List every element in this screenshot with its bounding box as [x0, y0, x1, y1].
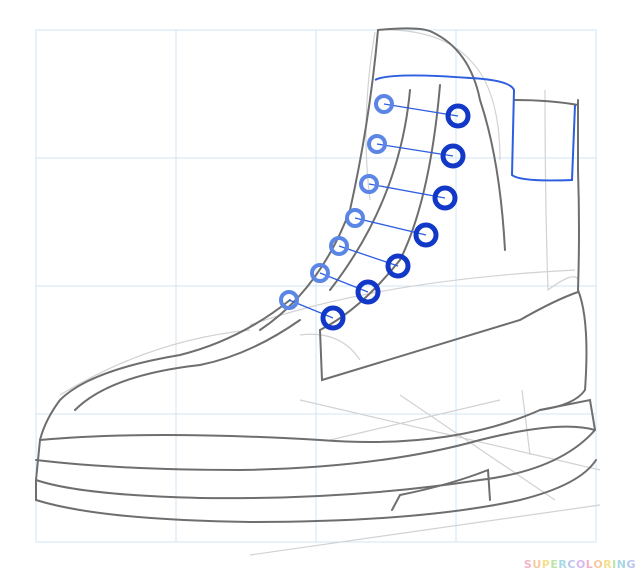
watermark-letter: R [558, 558, 568, 571]
watermark-letter: G [626, 558, 636, 571]
watermark-letter: L [585, 558, 594, 571]
watermark-letter: O [575, 558, 586, 571]
watermark-logo: SUPERCOLORING [524, 558, 636, 571]
watermark-letter: S [523, 558, 533, 571]
eyelets-left [279, 94, 394, 310]
watermark-letter: N [616, 558, 627, 571]
eyelets-right [320, 103, 471, 331]
construction-lines [59, 29, 601, 556]
watermark-letter: P [541, 558, 551, 571]
watermark-letter: C [567, 558, 576, 571]
watermark-letter: U [532, 558, 542, 571]
guide-grid [35, 29, 597, 543]
watermark-letter: R [603, 558, 613, 571]
watermark-letter: O [593, 558, 604, 571]
watermark-letter: E [550, 558, 559, 571]
boot-sketch-illustration [34, 27, 601, 556]
drawing-canvas: SUPERCOLORING [0, 0, 642, 575]
